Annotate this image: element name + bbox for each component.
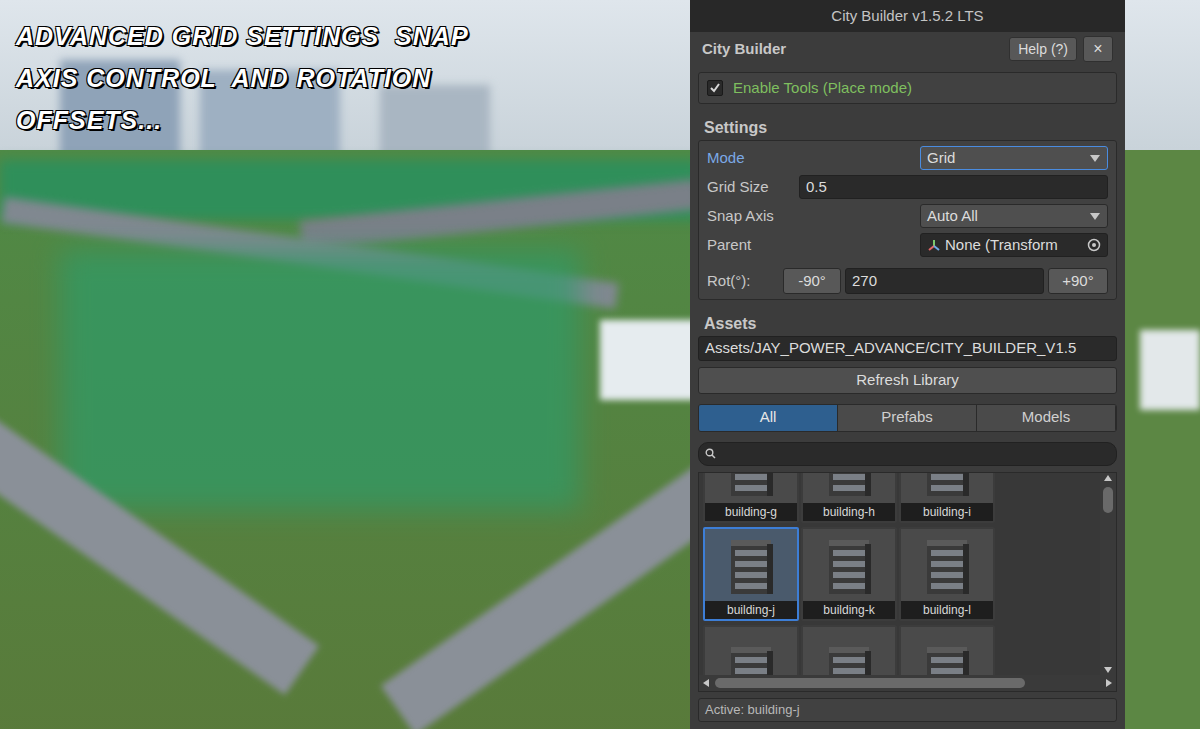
tile-label: building-i (923, 504, 971, 520)
vertical-scrollbar[interactable] (1100, 473, 1116, 675)
building-thumbnail-icon (705, 529, 797, 601)
header: City BuilderHelp (?)× (690, 32, 1125, 62)
building-thumbnail-icon (901, 473, 993, 503)
status-bar: Active: building-j (698, 698, 1117, 722)
building-thumbnail-icon (803, 627, 895, 675)
horizontal-scrollbar[interactable] (699, 675, 1116, 691)
settings-box: Mode Grid Grid Size 0.5 Snap Axis Auto All Par… (698, 140, 1117, 300)
snap-axis-dropdown[interactable]: Auto All (920, 204, 1108, 229)
enable-tools-row[interactable]: Enable Tools (Place mode) (698, 72, 1117, 104)
asset-tile[interactable] (703, 625, 799, 675)
caption-line: OFFSETS... (16, 102, 469, 138)
mode-dropdown[interactable]: Grid (920, 146, 1108, 171)
grid-size-label: Grid Size (707, 176, 793, 199)
grid-size-field[interactable]: 0.5 (799, 175, 1108, 200)
enable-checkbox[interactable] (707, 80, 723, 96)
tile-label: building-h (823, 504, 875, 520)
grid-size-value: 0.5 (806, 176, 827, 199)
search-field[interactable] (698, 442, 1117, 466)
building-thumbnail-icon (705, 473, 797, 503)
asset-grid: building-g building-h building-i building-j… (699, 473, 1100, 675)
rotation-field[interactable]: 270 (845, 268, 1044, 294)
help-button[interactable]: Help (?) (1009, 37, 1077, 61)
header-title: City Builder (702, 38, 1009, 61)
close-button[interactable]: × (1083, 36, 1113, 62)
check-icon (709, 82, 721, 94)
caption-line: AXIS CONTROL AND ROTATION (16, 60, 469, 96)
title-bar: City Builder v1.5.2 LTS (690, 0, 1125, 32)
search-input[interactable] (720, 443, 1110, 464)
grid-size-row: Grid Size 0.5 (707, 174, 1108, 200)
building-thumbnail-icon (901, 529, 993, 601)
dropdown-arrow-icon (1089, 152, 1101, 164)
asset-tile[interactable]: building-g (703, 473, 799, 523)
snap-axis-label: Snap Axis (707, 205, 920, 228)
scroll-thumb[interactable] (715, 678, 1025, 688)
asset-path-field[interactable]: Assets/JAY_POWER_ADVANCE/CITY_BUILDER_V1… (698, 336, 1117, 361)
window-title: City Builder v1.5.2 LTS (831, 5, 983, 28)
asset-tab[interactable]: Models (977, 405, 1116, 431)
asset-tab[interactable]: All (699, 405, 838, 431)
building-thumbnail-icon (803, 473, 895, 503)
settings-title: Settings (704, 119, 767, 136)
asset-tabs: AllPrefabsModels (698, 404, 1117, 432)
snap-axis-row: Snap Axis Auto All (707, 203, 1108, 229)
scroll-up-icon (1104, 475, 1112, 481)
scroll-right-icon (1106, 679, 1112, 687)
tile-label: building-l (923, 602, 971, 618)
asset-tile[interactable]: building-j (703, 527, 799, 621)
search-icon (705, 448, 716, 459)
dropdown-arrow-icon (1089, 210, 1101, 222)
mode-row: Mode Grid (707, 145, 1108, 171)
rotation-row: Rot(°):-90° 270 +90° (707, 267, 1108, 295)
tile-label-strip: building-k (803, 601, 895, 619)
enable-tools-label: Enable Tools (Place mode) (733, 77, 912, 100)
assets-header: Assets (690, 300, 1125, 336)
asset-browser: building-g building-h building-i building-j… (698, 472, 1117, 692)
asset-tab[interactable]: Prefabs (838, 405, 977, 431)
rotate-plus-button[interactable]: +90° (1048, 268, 1108, 294)
tile-label-strip: building-g (705, 503, 797, 521)
tile-label: building-k (823, 602, 874, 618)
tile-label-strip: building-l (901, 601, 993, 619)
rotation-value: 270 (852, 270, 877, 293)
asset-path: Assets/JAY_POWER_ADVANCE/CITY_BUILDER_V1… (705, 337, 1076, 360)
city-builder-window: City Builder v1.5.2 LTS City BuilderHelp … (690, 0, 1125, 729)
tile-label: building-j (727, 602, 775, 618)
tile-label: building-g (725, 504, 777, 520)
asset-tile[interactable]: building-i (899, 473, 995, 523)
tile-label-strip: building-h (803, 503, 895, 521)
caption: ADVANCED GRID SETTINGS SNAP AXIS CONTROL … (16, 18, 469, 138)
refresh-library-button[interactable]: Refresh Library (698, 367, 1117, 394)
building-thumbnail-icon (705, 627, 797, 675)
object-picker-icon (1087, 238, 1101, 252)
asset-tile[interactable]: building-l (899, 527, 995, 621)
parent-field[interactable]: None (Transform (920, 233, 1108, 258)
transform-icon (927, 238, 941, 252)
assets-title: Assets (704, 315, 756, 332)
tile-label-strip: building-j (705, 601, 797, 619)
asset-tile[interactable] (899, 625, 995, 675)
parent-label: Parent (707, 234, 920, 257)
scroll-left-icon (703, 679, 709, 687)
rotation-label: Rot(°): (707, 270, 779, 293)
snap-axis-value: Auto All (927, 205, 1089, 228)
asset-tile[interactable] (801, 625, 897, 675)
building-thumbnail-icon (901, 627, 993, 675)
asset-tile[interactable]: building-h (801, 473, 897, 523)
refresh-row: Refresh Library (698, 367, 1117, 394)
parent-row: Parent None (Transform (707, 232, 1108, 258)
mode-value: Grid (927, 147, 1089, 170)
settings-header: Settings (690, 104, 1125, 140)
building-thumbnail-icon (803, 529, 895, 601)
tile-label-strip: building-i (901, 503, 993, 521)
rotate-minus-button[interactable]: -90° (783, 268, 841, 294)
parent-value: None (Transform (945, 234, 1083, 257)
scroll-down-icon (1104, 667, 1112, 673)
status-text: Active: building-j (705, 700, 800, 720)
scroll-thumb[interactable] (1103, 487, 1113, 513)
mode-label: Mode (707, 147, 920, 170)
asset-tile[interactable]: building-k (801, 527, 897, 621)
caption-line: ADVANCED GRID SETTINGS SNAP (16, 18, 469, 54)
